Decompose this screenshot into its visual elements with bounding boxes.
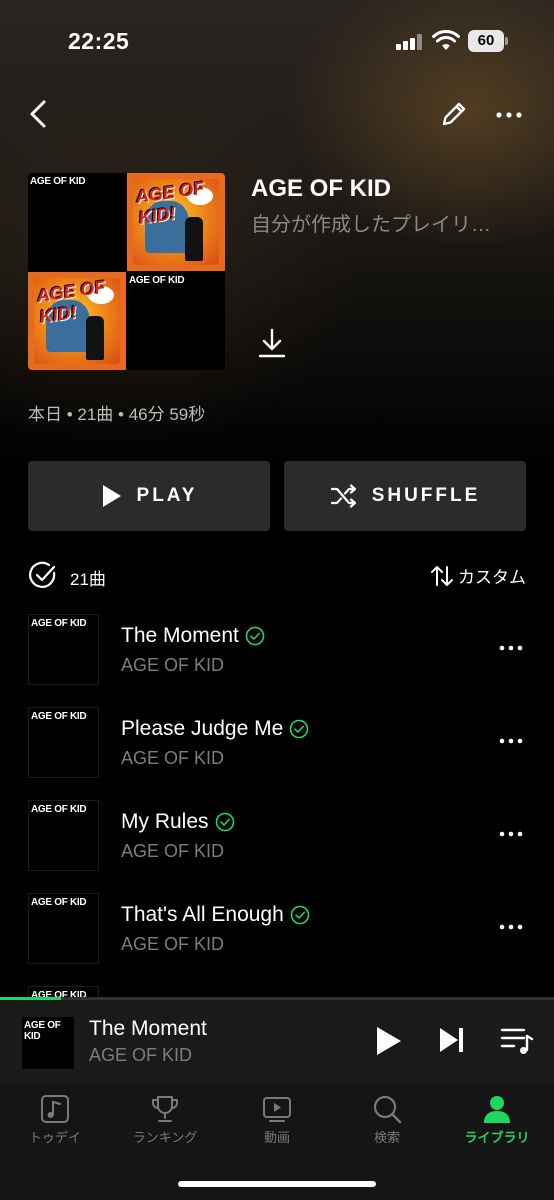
pencil-icon	[442, 102, 466, 126]
track-artist: AGE OF KID	[121, 841, 225, 861]
skip-next-icon	[440, 1028, 463, 1052]
status-bar: 22:25 60	[0, 0, 554, 84]
next-track-button[interactable]	[436, 1023, 468, 1057]
track-title: The Moment	[121, 624, 239, 647]
play-label: PLAY	[136, 485, 198, 506]
ellipsis-icon	[499, 738, 523, 744]
download-button[interactable]	[256, 326, 288, 360]
playback-progress-fill	[0, 997, 61, 1000]
home-indicator	[178, 1181, 376, 1187]
track-artwork: AGE OF KID	[28, 614, 99, 685]
track-row[interactable]: AGE OF KID My Rules AGE OF KID	[28, 800, 526, 872]
shuffle-label: SHUFFLE	[371, 485, 481, 506]
track-more-button[interactable]	[496, 729, 526, 753]
back-button[interactable]	[22, 96, 54, 132]
now-playing-artwork: AGE OF KID	[22, 1017, 74, 1069]
track-list-header: 21曲 カスタム	[28, 560, 526, 590]
downloaded-check-icon	[215, 812, 234, 832]
cover-art-tile: AGE OF KID	[28, 173, 126, 271]
play-button[interactable]: PLAY	[28, 461, 270, 531]
cellular-signal-icon	[396, 34, 424, 50]
now-playing-artist: AGE OF KID	[89, 1045, 193, 1065]
search-icon	[373, 1095, 402, 1124]
play-icon	[102, 485, 121, 507]
more-options-button[interactable]	[492, 100, 526, 130]
playlist-title: AGE OF KID	[251, 175, 392, 202]
now-playing-title: The Moment	[89, 1017, 207, 1040]
playlist-meta: 本日 • 21曲 • 46分 59秒	[28, 405, 206, 424]
status-time: 22:25	[68, 28, 130, 54]
downloaded-check-icon	[289, 719, 309, 739]
track-artwork: AGE OF KID	[28, 707, 99, 778]
edit-button[interactable]	[438, 98, 470, 130]
downloaded-check-icon	[290, 905, 310, 925]
sort-arrows-icon	[431, 565, 453, 586]
cover-art-tile: AGE OF KID!	[28, 272, 126, 370]
track-row[interactable]: AGE OF KID Please Judge Me AGE OF KID	[28, 707, 526, 779]
mini-play-button[interactable]	[370, 1023, 406, 1059]
tab-today[interactable]: トゥデイ	[0, 1089, 110, 1159]
play-icon	[377, 1027, 401, 1055]
tab-label: トゥデイ	[28, 1130, 81, 1145]
track-count: 21曲	[70, 570, 106, 589]
sort-label: カスタム	[458, 568, 526, 587]
ellipsis-icon	[496, 112, 522, 118]
tab-video[interactable]: 動画	[222, 1089, 332, 1159]
ellipsis-icon	[499, 924, 523, 930]
video-play-icon	[263, 1097, 291, 1122]
shuffle-button[interactable]: SHUFFLE	[284, 461, 526, 531]
track-title: My Rules	[121, 810, 209, 833]
track-title: That's All Enough	[121, 903, 284, 926]
battery-level: 60	[468, 30, 504, 52]
ellipsis-icon	[499, 645, 523, 651]
queue-list-icon	[500, 1028, 534, 1054]
playlist-subtitle: 自分が作成したプレイリ…	[251, 214, 491, 236]
ellipsis-icon	[499, 831, 523, 837]
tab-label: 動画	[263, 1130, 290, 1145]
shuffle-icon	[330, 484, 356, 508]
now-playing-bar[interactable]: AGE OF KID The Moment AGE OF KID	[0, 997, 554, 1083]
track-row[interactable]: AGE OF KID The Moment AGE OF KID	[28, 614, 526, 686]
track-title: Please Judge Me	[121, 717, 284, 740]
music-note-icon	[41, 1095, 69, 1123]
playlist-cover: AGE OF KID AGE OF KID! AGE OF KID! AGE O…	[28, 173, 225, 370]
track-more-button[interactable]	[496, 636, 526, 660]
cover-art-tile: AGE OF KID!	[127, 173, 225, 271]
tab-ranking[interactable]: ランキング	[110, 1089, 220, 1159]
select-tracks-button[interactable]	[28, 560, 58, 590]
track-artist: AGE OF KID	[121, 748, 225, 768]
track-more-button[interactable]	[496, 915, 526, 939]
chevron-left-icon	[30, 100, 46, 128]
tab-library[interactable]: ライブラリ	[442, 1089, 552, 1159]
track-artwork: AGE OF KID	[28, 893, 99, 964]
check-circle-icon	[29, 561, 56, 588]
cover-art-tile: AGE OF KID	[127, 272, 225, 370]
tab-search[interactable]: 検索	[332, 1089, 442, 1159]
track-row[interactable]: AGE OF KID That's All Enough AGE OF KID	[28, 893, 526, 965]
track-artwork: AGE OF KID	[28, 800, 99, 871]
track-more-button[interactable]	[496, 822, 526, 846]
track-artist: AGE OF KID	[121, 655, 225, 675]
tab-label: 検索	[373, 1130, 400, 1145]
person-icon	[484, 1096, 510, 1123]
wifi-icon	[432, 29, 460, 52]
track-artist: AGE OF KID	[121, 934, 225, 954]
queue-button[interactable]	[498, 1023, 536, 1057]
downloaded-check-icon	[245, 626, 265, 646]
tab-label: ライブラリ	[464, 1130, 530, 1145]
trophy-icon	[152, 1096, 178, 1122]
playback-progress-track	[0, 997, 554, 1000]
sort-button[interactable]: カスタム	[430, 563, 526, 588]
download-icon	[258, 328, 286, 358]
tab-label: ランキング	[132, 1130, 198, 1145]
battery-icon: 60	[468, 30, 508, 52]
